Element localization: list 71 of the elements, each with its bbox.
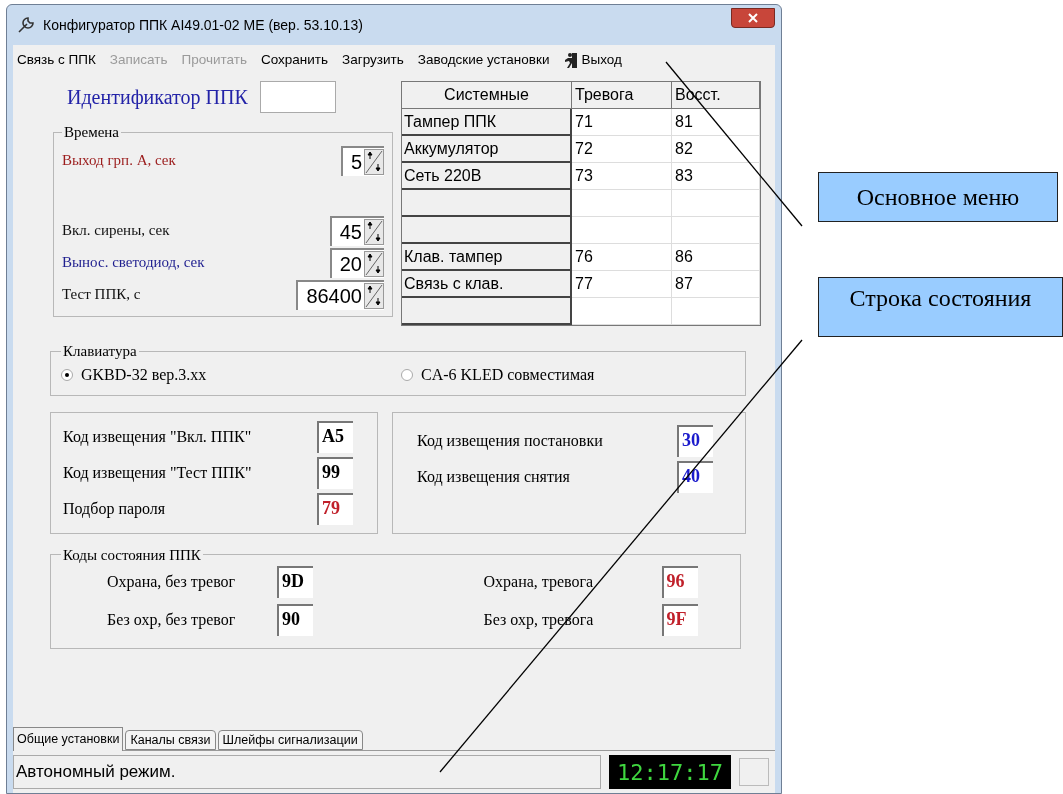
row-header: Сеть 220В bbox=[402, 163, 572, 190]
spin-field[interactable]: 5 bbox=[340, 145, 384, 176]
menu-item[interactable]: Загрузить bbox=[342, 49, 404, 71]
group-title: Клавиатура bbox=[62, 342, 138, 361]
field-label: Код извещения постановки bbox=[417, 430, 604, 452]
table-cell: 82 bbox=[672, 136, 760, 163]
menu-item[interactable]: Заводские установки bbox=[417, 49, 550, 71]
running-figure-icon bbox=[563, 51, 580, 69]
status-bar: Автономный режим. bbox=[13, 755, 602, 789]
row-header: Связь с клав. bbox=[402, 271, 572, 298]
spin-field[interactable]: 45 bbox=[329, 215, 384, 246]
table-cell: 81 bbox=[672, 109, 760, 136]
menu-item[interactable]: Выход bbox=[581, 49, 622, 71]
code-field[interactable]: 9D bbox=[277, 566, 313, 598]
spin-field[interactable]: 20 bbox=[329, 247, 384, 278]
spin-field[interactable]: 86400 bbox=[296, 279, 384, 310]
field-label: Без охр, без тревог bbox=[107, 610, 237, 631]
field-label: Охрана, тревога bbox=[483, 572, 595, 593]
column-header: Тревога bbox=[572, 82, 672, 109]
code-field[interactable]: 90 bbox=[277, 604, 313, 636]
code-field[interactable]: A5 bbox=[317, 420, 353, 453]
code-field[interactable]: 96 bbox=[661, 566, 698, 598]
callout-label: Основное меню bbox=[818, 172, 1058, 222]
code-field[interactable]: 79 bbox=[317, 492, 353, 525]
field-label: Идентификатор ППК bbox=[67, 85, 248, 111]
spin-arrows-icon[interactable] bbox=[364, 250, 384, 277]
row-header: Тампер ППК bbox=[402, 109, 572, 136]
table-cell: 76 bbox=[572, 244, 672, 271]
field-label: Код извещения снятия bbox=[417, 466, 571, 488]
group-title: Времена bbox=[63, 123, 120, 142]
identifier-field[interactable] bbox=[259, 81, 336, 113]
clock-display: 12:17:17 bbox=[609, 755, 731, 789]
row-header: Клав. тампер bbox=[402, 244, 572, 271]
field-label: Код извещения "Вкл. ППК" bbox=[63, 426, 253, 448]
spin-arrows-icon[interactable] bbox=[364, 218, 384, 245]
tab[interactable]: Каналы связи bbox=[125, 730, 216, 750]
spin-arrows-icon[interactable] bbox=[364, 282, 384, 309]
field-label: Вынос. светодиод, сек bbox=[62, 253, 206, 273]
window-title: Конфигуратор ППК AI49.01-02 МЕ (вер. 53.10.13) bbox=[43, 15, 363, 35]
table-cell: 77 bbox=[572, 271, 672, 298]
field-label: Выход грп. А, сек bbox=[62, 151, 177, 171]
field-label: Подбор пароля bbox=[63, 498, 167, 520]
close-icon bbox=[748, 13, 758, 23]
table-cell: 83 bbox=[672, 163, 760, 190]
callout-label: Строка состояния bbox=[818, 277, 1063, 337]
menu-item[interactable]: Связь с ППК bbox=[17, 49, 96, 71]
wrench-icon bbox=[17, 16, 35, 34]
option-label: GKBD-32 вер.3.xx bbox=[81, 364, 207, 386]
status-panel bbox=[739, 758, 769, 786]
table-cell: 72 bbox=[572, 136, 672, 163]
table-cell: 86 bbox=[672, 244, 760, 271]
close-button[interactable] bbox=[731, 8, 775, 28]
spin-arrows-icon[interactable] bbox=[364, 148, 384, 175]
field-label: Вкл. сирены, сек bbox=[62, 221, 171, 241]
radio-button[interactable] bbox=[401, 368, 413, 381]
field-label: Охрана, без тревог bbox=[107, 572, 237, 593]
group-title: Коды состояния ППК bbox=[62, 545, 202, 565]
radio-button[interactable] bbox=[61, 368, 73, 381]
field-label: Код извещения "Тест ППК" bbox=[63, 462, 253, 484]
code-field[interactable]: 99 bbox=[317, 456, 353, 489]
tab[interactable]: Шлейфы сигнализации bbox=[217, 730, 363, 750]
tab[interactable]: Общие установки bbox=[13, 727, 124, 751]
menu-item[interactable]: Сохранить bbox=[261, 49, 329, 71]
table-cell: 73 bbox=[572, 163, 672, 190]
code-field[interactable]: 9F bbox=[661, 604, 698, 636]
table-cell: 71 bbox=[572, 109, 672, 136]
row-header: Аккумулятор bbox=[402, 136, 572, 163]
option-label: CA-6 KLED совместимая bbox=[421, 364, 595, 385]
field-label: Тест ППК, с bbox=[62, 285, 142, 305]
code-field[interactable]: 30 bbox=[677, 424, 713, 457]
table-cell: 87 bbox=[672, 271, 760, 298]
